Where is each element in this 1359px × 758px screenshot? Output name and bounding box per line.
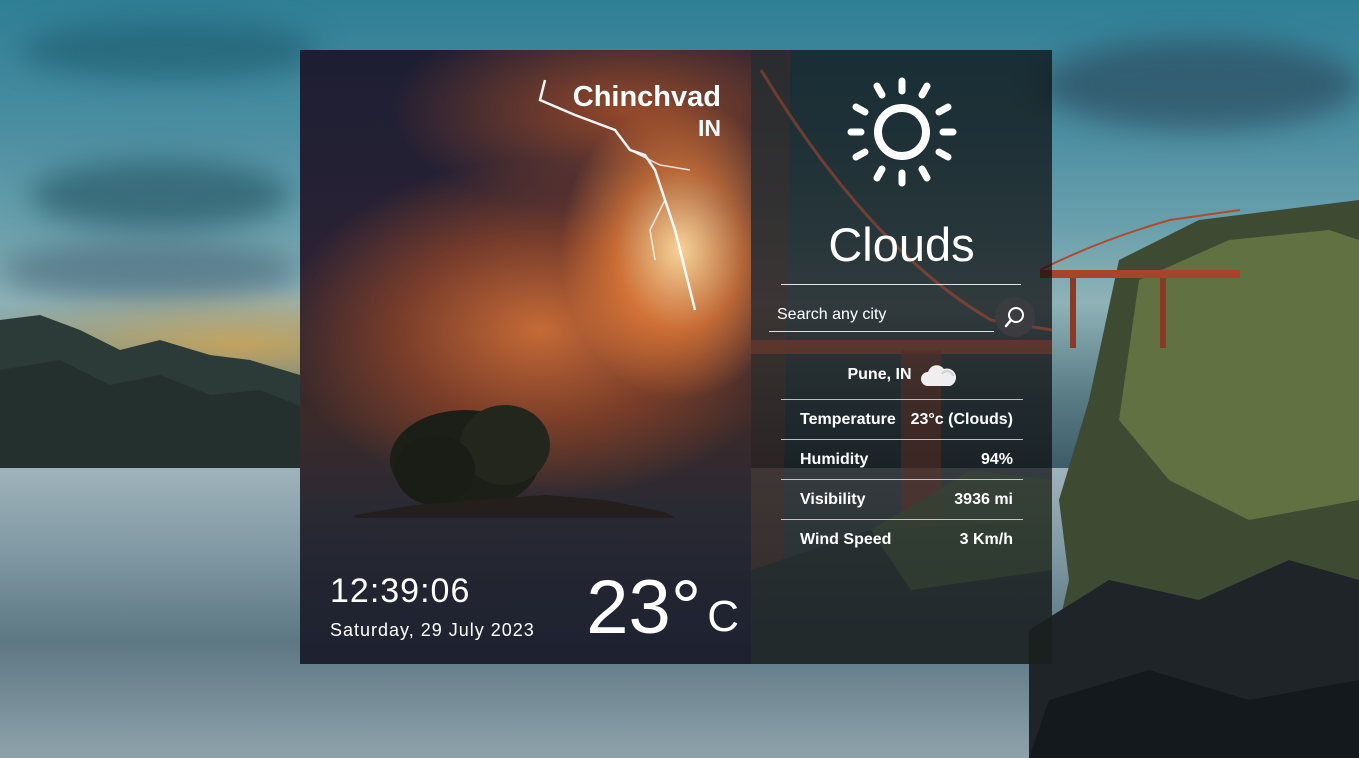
stat-label: Humidity (800, 450, 869, 468)
temperature-value: 23° (586, 565, 702, 650)
weather-condition: Clouds (828, 218, 975, 271)
clock-block: 12:39:06 Saturday, 29 July 2023 (330, 570, 535, 641)
location-panel: Chinchvad IN 12:39:06 Saturday, 29 July … (300, 50, 751, 664)
result-location-text: Pune, IN (847, 366, 912, 383)
sky-cloud (0, 240, 300, 300)
country-code: IN (698, 115, 721, 141)
sky-cloud (30, 160, 290, 230)
stat-label: Wind Speed (800, 530, 892, 548)
divider (781, 284, 1021, 285)
weather-stats: Temperature 23°c (Clouds) Humidity 94% V… (781, 399, 1023, 559)
stat-value: 23°c (Clouds) (910, 410, 1013, 428)
current-time: 12:39:06 (330, 572, 471, 610)
stat-row-temperature: Temperature 23°c (Clouds) (781, 399, 1023, 439)
search-bar (769, 297, 1035, 337)
sun-icon (847, 77, 957, 187)
stat-label: Visibility (800, 490, 866, 508)
stat-value: 3936 mi (954, 490, 1013, 508)
city-name: Chinchvad (572, 81, 721, 113)
weather-card: Chinchvad IN 12:39:06 Saturday, 29 July … (300, 50, 1052, 664)
city-block: Chinchvad IN (573, 80, 721, 142)
current-date: Saturday, 29 July 2023 (330, 620, 535, 640)
stat-row-visibility: Visibility 3936 mi (781, 479, 1023, 519)
search-input[interactable] (769, 298, 994, 332)
stat-row-wind-speed: Wind Speed 3 Km/h (781, 519, 1023, 559)
bridge (1040, 209, 1240, 348)
stat-row-humidity: Humidity 94% (781, 439, 1023, 479)
stat-value: 3 Km/h (959, 530, 1013, 548)
sky-cloud (1040, 40, 1359, 130)
cloud-icon (920, 365, 956, 386)
search-button[interactable] (995, 297, 1035, 337)
result-location: Pune, IN (751, 362, 1052, 388)
mountains (0, 315, 310, 475)
temperature-unit: C (707, 592, 739, 641)
weather-panel: Clouds Pune, IN (751, 50, 1052, 664)
stat-label: Temperature (800, 410, 896, 428)
temperature-display: 23° C (586, 565, 739, 651)
search-icon (1004, 307, 1024, 328)
stat-value: 94% (980, 450, 1013, 468)
sky-cloud (20, 20, 320, 80)
